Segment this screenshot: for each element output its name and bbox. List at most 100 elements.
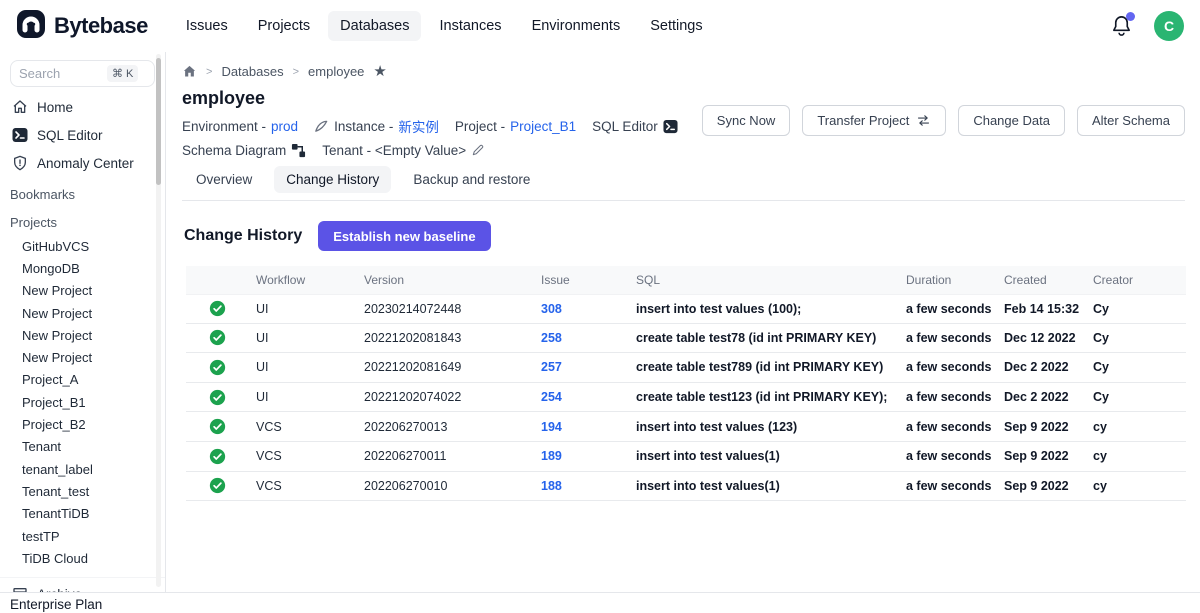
top-navigation-bar: Bytebase IssuesProjectsDatabasesInstance… bbox=[0, 0, 1200, 52]
creator-cell: Cy bbox=[1093, 360, 1186, 374]
topnav-items: IssuesProjectsDatabasesInstancesEnvironm… bbox=[174, 11, 715, 41]
creator-cell: cy bbox=[1093, 420, 1186, 434]
instance-link[interactable]: 新实例 bbox=[398, 116, 439, 136]
sidebar-project-item[interactable]: TiDB Cloud bbox=[0, 547, 165, 569]
database-actions: Sync Now Transfer Project Change Data Al… bbox=[702, 105, 1185, 136]
nav-item-instances[interactable]: Instances bbox=[427, 11, 513, 41]
history-row[interactable]: UI20230214072448308insert into test valu… bbox=[186, 294, 1186, 324]
column-header-creator: Creator bbox=[1093, 273, 1186, 287]
sidebar-project-item[interactable]: Tenant bbox=[0, 436, 165, 458]
issue-link[interactable]: 189 bbox=[541, 449, 636, 463]
breadcrumb: > Databases > employee ★ bbox=[182, 64, 1185, 79]
workflow-cell: UI bbox=[256, 360, 364, 374]
sidebar-item-home[interactable]: Home bbox=[0, 93, 165, 121]
issue-link[interactable]: 188 bbox=[541, 479, 636, 493]
success-check-icon bbox=[209, 389, 226, 406]
breadcrumb-home-icon[interactable] bbox=[182, 64, 197, 79]
history-row[interactable]: UI20221202074022254create table test123 … bbox=[186, 383, 1186, 413]
sidebar-project-item[interactable]: New Project bbox=[0, 302, 165, 324]
sidebar-project-item[interactable]: Tenant_test bbox=[0, 480, 165, 502]
alter-schema-button[interactable]: Alter Schema bbox=[1077, 105, 1185, 136]
notification-bell-button[interactable] bbox=[1110, 14, 1134, 38]
history-row[interactable]: VCS202206270013194insert into test value… bbox=[186, 412, 1186, 442]
nav-item-environments[interactable]: Environments bbox=[520, 11, 633, 41]
issue-link[interactable]: 308 bbox=[541, 302, 636, 316]
meta-schema-diagram[interactable]: Schema Diagram bbox=[182, 140, 306, 160]
nav-item-databases[interactable]: Databases bbox=[328, 11, 421, 41]
version-cell: 20221202081649 bbox=[364, 360, 541, 374]
issue-link[interactable]: 194 bbox=[541, 420, 636, 434]
created-cell: Sep 9 2022 bbox=[1004, 420, 1093, 434]
environment-link[interactable]: prod bbox=[271, 119, 298, 134]
change-data-button[interactable]: Change Data bbox=[958, 105, 1065, 136]
success-check-icon bbox=[209, 300, 226, 317]
bookmarks-section-label: Bookmarks bbox=[0, 177, 165, 205]
meta-environment: Environment - prod bbox=[182, 116, 298, 136]
tab-backup-and-restore[interactable]: Backup and restore bbox=[401, 166, 542, 193]
breadcrumb-databases[interactable]: Databases bbox=[221, 64, 283, 79]
creator-cell: cy bbox=[1093, 449, 1186, 463]
transfer-project-button[interactable]: Transfer Project bbox=[802, 105, 946, 136]
sidebar-project-item[interactable]: testTP bbox=[0, 525, 165, 547]
breadcrumb-separator: > bbox=[293, 66, 299, 78]
meta-project: Project - Project_B1 bbox=[455, 116, 576, 136]
user-avatar[interactable]: C bbox=[1154, 11, 1184, 41]
sidebar-project-item[interactable]: Project_A bbox=[0, 369, 165, 391]
bookmark-star-icon[interactable]: ★ bbox=[373, 64, 386, 79]
column-header-duration: Duration bbox=[906, 273, 1004, 287]
edit-pencil-icon[interactable] bbox=[471, 143, 485, 157]
creator-cell: cy bbox=[1093, 479, 1186, 493]
tab-overview[interactable]: Overview bbox=[184, 166, 264, 193]
project-link[interactable]: Project_B1 bbox=[510, 119, 576, 134]
sidebar-item-sql-editor[interactable]: SQL Editor bbox=[0, 121, 165, 149]
sidebar-project-item[interactable]: New Project bbox=[0, 280, 165, 302]
workflow-cell: VCS bbox=[256, 420, 364, 434]
sidebar-project-item[interactable]: New Project bbox=[0, 346, 165, 368]
success-check-icon bbox=[209, 359, 226, 376]
sidebar-scrollbar-thumb[interactable] bbox=[156, 58, 161, 185]
nav-item-settings[interactable]: Settings bbox=[638, 11, 714, 41]
database-tabs: Overview Change History Backup and resto… bbox=[182, 166, 1185, 201]
sidebar-project-item[interactable]: TenantTiDB bbox=[0, 503, 165, 525]
sync-now-button[interactable]: Sync Now bbox=[702, 105, 791, 136]
workflow-cell: VCS bbox=[256, 449, 364, 463]
column-header-sql: SQL bbox=[636, 273, 906, 287]
history-row[interactable]: UI20221202081649257create table test789 … bbox=[186, 353, 1186, 383]
main-content: > Databases > employee ★ employee Enviro… bbox=[166, 52, 1200, 613]
version-cell: 202206270013 bbox=[364, 420, 541, 434]
tab-change-history[interactable]: Change History bbox=[274, 166, 391, 193]
search-input[interactable] bbox=[19, 66, 103, 81]
workflow-cell: UI bbox=[256, 331, 364, 345]
sidebar-project-item[interactable]: Project_B2 bbox=[0, 413, 165, 435]
sql-cell: create table test78 (id int PRIMARY KEY) bbox=[636, 331, 906, 345]
history-row[interactable]: VCS202206270010188insert into test value… bbox=[186, 472, 1186, 502]
creator-cell: Cy bbox=[1093, 302, 1186, 316]
bytebase-logo[interactable]: Bytebase bbox=[16, 9, 148, 44]
success-check-icon bbox=[209, 477, 226, 494]
sidebar-project-item[interactable]: tenant_label bbox=[0, 458, 165, 480]
workflow-cell: UI bbox=[256, 390, 364, 404]
sidebar-project-item[interactable]: Project_B1 bbox=[0, 391, 165, 413]
establish-baseline-button[interactable]: Establish new baseline bbox=[318, 221, 490, 251]
sidebar-project-item[interactable]: MongoDB bbox=[0, 257, 165, 279]
search-shortcut-kbd: ⌘ K bbox=[107, 65, 138, 82]
issue-link[interactable]: 254 bbox=[541, 390, 636, 404]
history-row[interactable]: VCS202206270011189insert into test value… bbox=[186, 442, 1186, 472]
nav-item-projects[interactable]: Projects bbox=[246, 11, 322, 41]
sidebar-project-item[interactable]: New Project bbox=[0, 324, 165, 346]
version-cell: 20221202074022 bbox=[364, 390, 541, 404]
terminal-icon bbox=[663, 119, 678, 134]
meta-sql-editor[interactable]: SQL Editor bbox=[592, 116, 678, 136]
sidebar: ⌘ K Home SQL Editor bbox=[0, 52, 166, 613]
column-header-workflow: Workflow bbox=[256, 273, 364, 287]
issue-link[interactable]: 257 bbox=[541, 360, 636, 374]
bytebase-logo-icon bbox=[16, 9, 46, 44]
breadcrumb-employee[interactable]: employee bbox=[308, 64, 364, 79]
nav-item-issues[interactable]: Issues bbox=[174, 11, 240, 41]
issue-link[interactable]: 258 bbox=[541, 331, 636, 345]
search-box[interactable]: ⌘ K bbox=[10, 60, 155, 87]
sidebar-item-anomaly-center[interactable]: Anomaly Center bbox=[0, 149, 165, 177]
created-cell: Feb 14 15:32 bbox=[1004, 302, 1093, 316]
sidebar-project-item[interactable]: GitHubVCS bbox=[0, 235, 165, 257]
history-row[interactable]: UI20221202081843258create table test78 (… bbox=[186, 324, 1186, 354]
